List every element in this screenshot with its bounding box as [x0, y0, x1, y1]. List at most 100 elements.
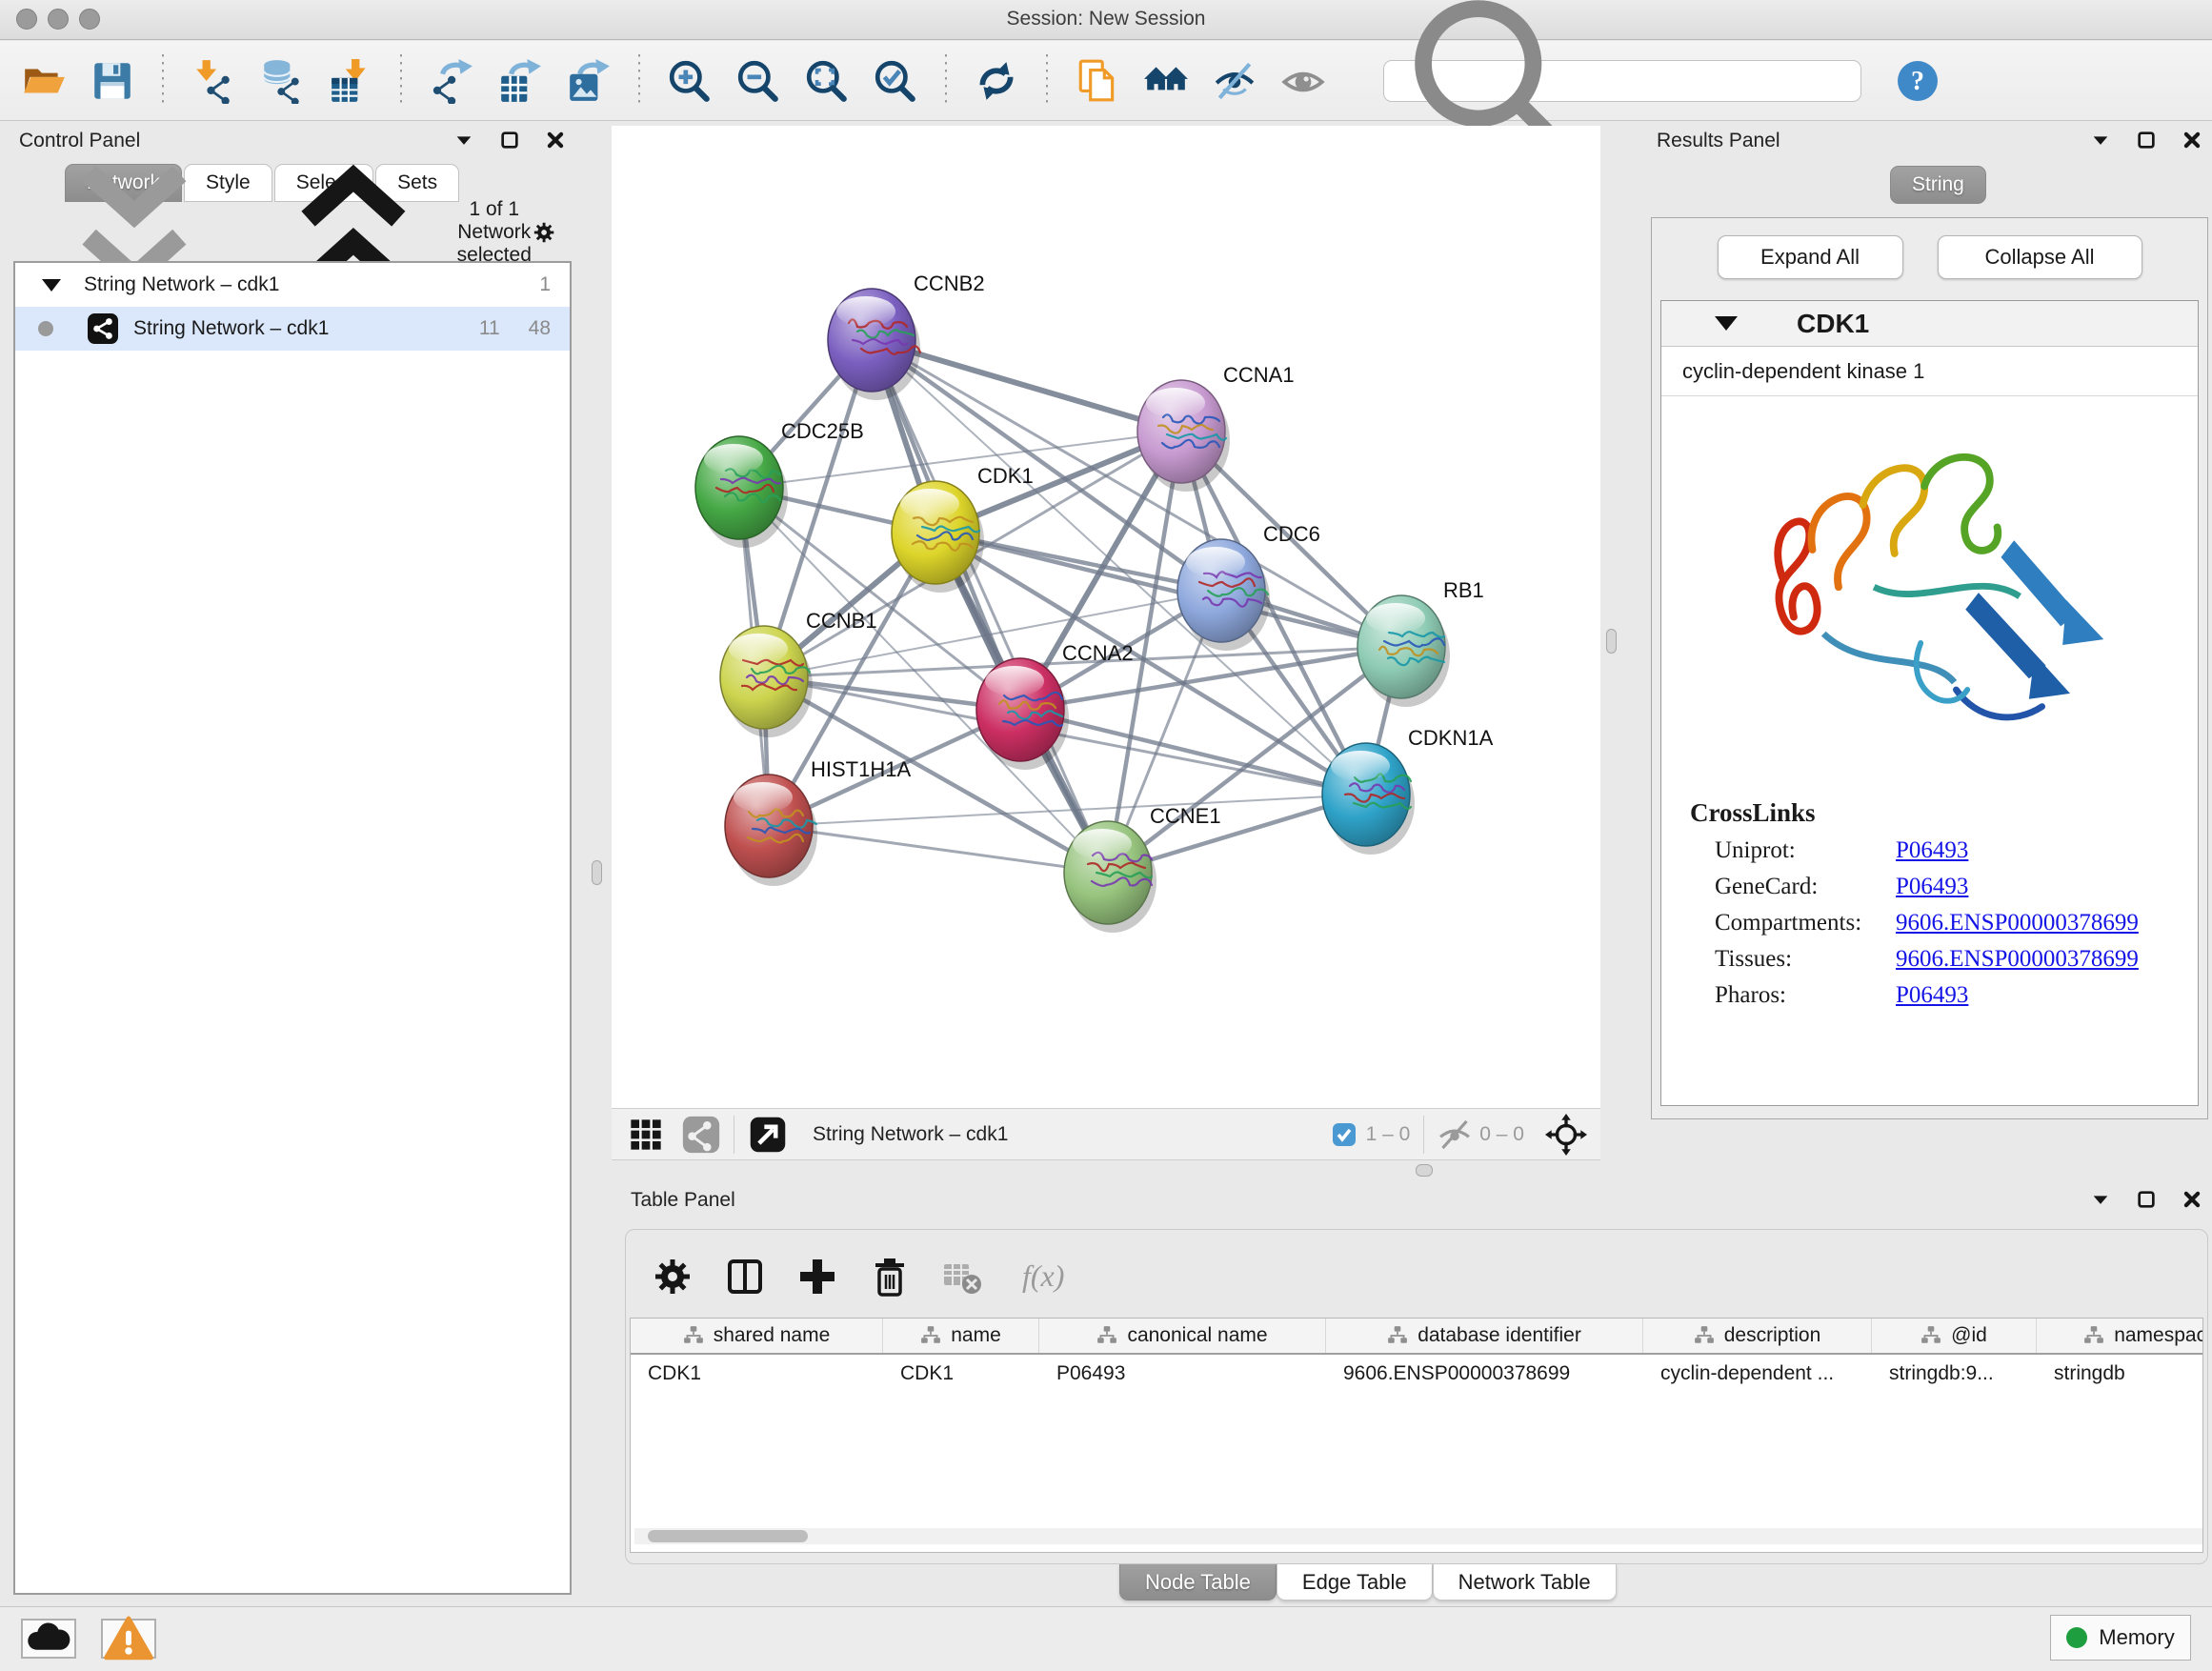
network-edge[interactable] — [935, 533, 1401, 647]
open-session-button[interactable] — [17, 54, 70, 108]
search-input[interactable] — [1604, 64, 1860, 98]
search-box[interactable] — [1383, 60, 1861, 102]
table-horizontal-scrollbar[interactable] — [634, 1528, 2203, 1544]
table-panel-float-button[interactable] — [2136, 1189, 2157, 1210]
open-folder-icon — [21, 58, 67, 104]
network-options-gear-icon[interactable] — [532, 215, 556, 250]
section-expander-icon[interactable] — [1715, 316, 1738, 331]
network-node-cdkn1a[interactable]: CDKN1A — [1322, 726, 1494, 855]
crosslink-tissues-link[interactable]: 9606.ENSP00000378699 — [1896, 946, 2139, 973]
crosslink-genecard-link[interactable]: P06493 — [1896, 874, 1968, 900]
control-panel-close-button[interactable] — [545, 130, 566, 151]
control-panel-float-button[interactable] — [499, 130, 520, 151]
column-header-shared-name[interactable]: shared name — [631, 1319, 883, 1353]
network-canvas[interactable]: CCNB2CCNA1CDC25BCDK1CDC6RB1CCNB1CCNA2CDK… — [612, 126, 1600, 1108]
pan-crosshair-icon[interactable] — [1545, 1114, 1587, 1156]
help-button[interactable]: ? — [1896, 59, 1940, 103]
results-panel-float-button[interactable] — [2136, 130, 2157, 151]
network-node-ccne1[interactable]: CCNE1 — [1064, 804, 1221, 933]
column-type-icon — [1096, 1325, 1117, 1346]
table-cell: cyclin-dependent ... — [1643, 1355, 1872, 1393]
crosslink-pharos-link[interactable]: P06493 — [1896, 982, 1968, 1009]
zoom-in-button[interactable] — [663, 54, 716, 108]
toggle-graphics-details-button[interactable] — [1208, 54, 1261, 108]
table-panel: Table Panel f(x) shared namenamecanonica… — [612, 1181, 2212, 1606]
show-columns-icon[interactable] — [723, 1255, 767, 1299]
crosslink-row: Compartments:9606.ENSP00000378699 — [1715, 910, 2198, 936]
bottom-splitter-handle[interactable] — [1416, 1164, 1433, 1177]
network-row[interactable]: String Network – cdk1 11 48 — [15, 307, 570, 351]
zoom-fit-content-button[interactable] — [800, 54, 854, 108]
duplicate-documents-button[interactable] — [1071, 54, 1124, 108]
warnings-button[interactable] — [101, 1619, 156, 1659]
column-label: shared name — [714, 1324, 831, 1347]
import-network-from-database-button[interactable] — [255, 54, 309, 108]
tab-string[interactable]: String — [1890, 166, 1986, 204]
tab-edge-table[interactable]: Edge Table — [1277, 1564, 1433, 1601]
collapse-all-button[interactable]: Collapse All — [1938, 235, 2142, 279]
hidden-eye-icon[interactable] — [1438, 1117, 1472, 1152]
network-node-hist1h1a[interactable]: HIST1H1A — [725, 757, 911, 886]
zoom-in-icon — [667, 58, 713, 104]
crosslink-compartments-link[interactable]: 9606.ENSP00000378699 — [1896, 910, 2139, 936]
memory-button[interactable]: Memory — [2050, 1615, 2191, 1661]
column-header-name[interactable]: name — [883, 1319, 1039, 1353]
memory-label: Memory — [2099, 1625, 2174, 1650]
open-in-window-icon[interactable] — [748, 1115, 788, 1155]
zoom-selected-region-button[interactable] — [869, 54, 922, 108]
tab-node-table[interactable]: Node Table — [1119, 1564, 1277, 1601]
cloud-button[interactable] — [21, 1619, 76, 1659]
network-view-footer: String Network – cdk1 1 – 0 0 – 0 — [612, 1108, 1600, 1160]
birdseye-grid-icon[interactable] — [627, 1116, 665, 1154]
node-label-ccnb2: CCNB2 — [914, 272, 985, 295]
network-node-rb1[interactable]: RB1 — [1357, 578, 1484, 707]
scrollbar-thumb[interactable] — [648, 1530, 808, 1542]
network-edge[interactable] — [769, 826, 1108, 873]
export-table-button[interactable] — [493, 54, 547, 108]
show-hide-button[interactable] — [1277, 54, 1330, 108]
crosslink-uniprot-link[interactable]: P06493 — [1896, 837, 1968, 864]
network-collection-row[interactable]: String Network – cdk1 1 — [15, 263, 570, 307]
cdk1-section-header[interactable]: CDK1 — [1661, 301, 2198, 347]
toolbar-separator — [945, 54, 947, 108]
import-network-from-file-button[interactable] — [187, 54, 240, 108]
network-node-cdc25b[interactable]: CDC25B — [695, 419, 864, 548]
table-panel-close-button[interactable] — [2182, 1189, 2202, 1210]
column-type-icon — [1694, 1325, 1715, 1346]
selected-checkbox-icon[interactable] — [1332, 1122, 1357, 1147]
network-edge[interactable] — [872, 340, 1108, 873]
column-header-description[interactable]: description — [1643, 1319, 1872, 1353]
export-network-button[interactable] — [425, 54, 478, 108]
network-share-icon[interactable] — [682, 1116, 720, 1154]
add-column-icon[interactable] — [795, 1255, 839, 1299]
network-node-ccnb2[interactable]: CCNB2 — [828, 272, 985, 400]
right-splitter-handle[interactable] — [1606, 629, 1617, 654]
column-header--id[interactable]: @id — [1872, 1319, 2037, 1353]
results-panel-collapse-button[interactable] — [2090, 130, 2111, 151]
column-header-canonical-name[interactable]: canonical name — [1039, 1319, 1326, 1353]
delete-column-icon[interactable] — [868, 1255, 912, 1299]
save-session-button[interactable] — [86, 54, 139, 108]
zoom-out-button[interactable] — [732, 54, 785, 108]
column-header-namespace[interactable]: namespace — [2037, 1319, 2203, 1353]
table-options-gear-icon[interactable] — [651, 1255, 694, 1299]
import-table-icon — [328, 58, 373, 104]
network-graph[interactable]: CCNB2CCNA1CDC25BCDK1CDC6RB1CCNB1CCNA2CDK… — [612, 126, 1600, 1108]
node-label-cdc25b: CDC25B — [781, 419, 864, 443]
network-status-dot — [38, 321, 53, 336]
left-splitter-handle[interactable] — [592, 860, 602, 885]
export-image-button[interactable] — [562, 54, 615, 108]
network-node-ccna1[interactable]: CCNA1 — [1137, 363, 1295, 492]
import-table-from-file-button[interactable] — [324, 54, 377, 108]
results-panel-close-button[interactable] — [2182, 130, 2202, 151]
table-row[interactable]: CDK1CDK1P064939606.ENSP00000378699cyclin… — [631, 1355, 2202, 1393]
table-cell: stringdb:9... — [1872, 1355, 2037, 1393]
collection-expander-icon[interactable] — [42, 279, 61, 292]
network-overview-button[interactable] — [1139, 54, 1193, 108]
network-node-cdk1[interactable]: CDK1 — [892, 464, 1034, 593]
table-panel-collapse-button[interactable] — [2090, 1189, 2111, 1210]
expand-all-button[interactable]: Expand All — [1718, 235, 1903, 279]
column-header-database-identifier[interactable]: database identifier — [1326, 1319, 1643, 1353]
apply-preferred-layout-button[interactable] — [970, 54, 1023, 108]
tab-network-table[interactable]: Network Table — [1433, 1564, 1617, 1601]
